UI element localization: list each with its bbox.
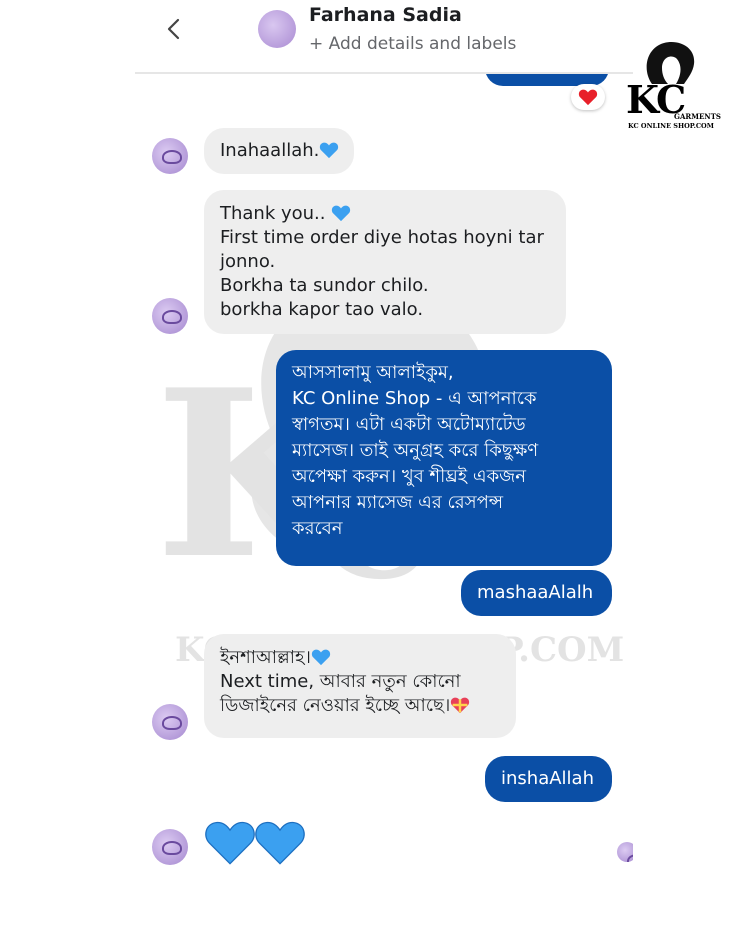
red-heart-icon <box>578 89 598 106</box>
message-line: অপেক্ষা করুন। খুব শীঘ্রই একজন <box>292 466 527 487</box>
message-text: inshaAllah <box>501 768 594 789</box>
outgoing-message[interactable]: mashaaAlalh <box>461 570 612 616</box>
contact-avatar-small[interactable] <box>152 298 188 334</box>
contact-avatar-small[interactable] <box>152 829 188 865</box>
outgoing-message[interactable]: inshaAllah <box>485 756 612 802</box>
message-line: ডিজাইনের নেওয়ার ইচ্ছে আছে। <box>220 695 451 716</box>
incoming-hearts-message[interactable] <box>204 815 308 871</box>
gift-heart-icon <box>451 697 470 714</box>
blue-heart-icon <box>311 649 331 666</box>
incoming-message[interactable]: Inahaallah. <box>204 128 354 174</box>
message-line: ইনশাআল্লাহ। <box>220 647 311 668</box>
message-line: First time order diye hotas hoyni tar <box>220 227 544 248</box>
add-details-link[interactable]: + Add details and labels <box>309 34 516 54</box>
message-line: Thank you.. <box>220 203 326 224</box>
contact-avatar-small[interactable] <box>152 138 188 174</box>
incoming-message[interactable]: ইনশাআল্লাহ। Next time, আবার নতুন কোনো ডি… <box>204 634 516 738</box>
back-chevron-icon <box>167 18 180 40</box>
message-text: mashaaAlalh <box>477 582 594 603</box>
message-line: করবেন <box>292 518 343 539</box>
outgoing-message[interactable]: আসসালামু আলাইকুম, KC Online Shop - এ আপন… <box>276 350 612 566</box>
message-reaction[interactable] <box>571 84 605 110</box>
logo-tagline: GARMENTS <box>674 112 721 121</box>
message-line: আপনার ম্যাসেজ এর রেসপন্স <box>292 492 503 513</box>
contact-avatar[interactable] <box>258 10 296 48</box>
blue-heart-icon <box>320 142 339 159</box>
message-line: স্বাগতম। এটা একটা অটোম্যাটেড <box>292 414 526 435</box>
message-line: KC Online Shop - এ আপনাকে <box>292 388 537 409</box>
message-line: Borkha ta sundor chilo. <box>220 275 429 296</box>
back-button[interactable] <box>159 14 189 44</box>
chat-screen: K C KC ONLINE SHOP.COM Farhana Sadia + A… <box>135 0 633 938</box>
message-text: Inahaallah. <box>220 140 320 161</box>
contact-name[interactable]: Farhana Sadia <box>309 4 462 26</box>
blue-heart-icon <box>332 205 351 222</box>
message-line: Next time, আবার নতুন কোনো <box>220 671 461 692</box>
chat-header: Farhana Sadia + Add details and labels <box>135 0 633 74</box>
message-line: borkha kapor tao valo. <box>220 299 424 320</box>
brand-logo: KC GARMENTS KC ONLINE SHOP.COM <box>622 40 721 132</box>
message-line: আসসালামু আলাইকুম, <box>292 362 454 383</box>
logo-site: KC ONLINE SHOP.COM <box>628 122 714 130</box>
blue-heart-icon <box>255 821 305 865</box>
contact-avatar-small[interactable] <box>152 704 188 740</box>
incoming-message[interactable]: Thank you.. First time order diye hotas … <box>204 190 566 334</box>
message-line: ম্যাসেজ। তাই অনুগ্রহ করে কিছুক্ষণ <box>292 440 539 461</box>
blue-heart-icon <box>205 821 255 865</box>
message-line: jonno. <box>220 251 276 272</box>
seen-receipt-avatar <box>617 842 633 862</box>
